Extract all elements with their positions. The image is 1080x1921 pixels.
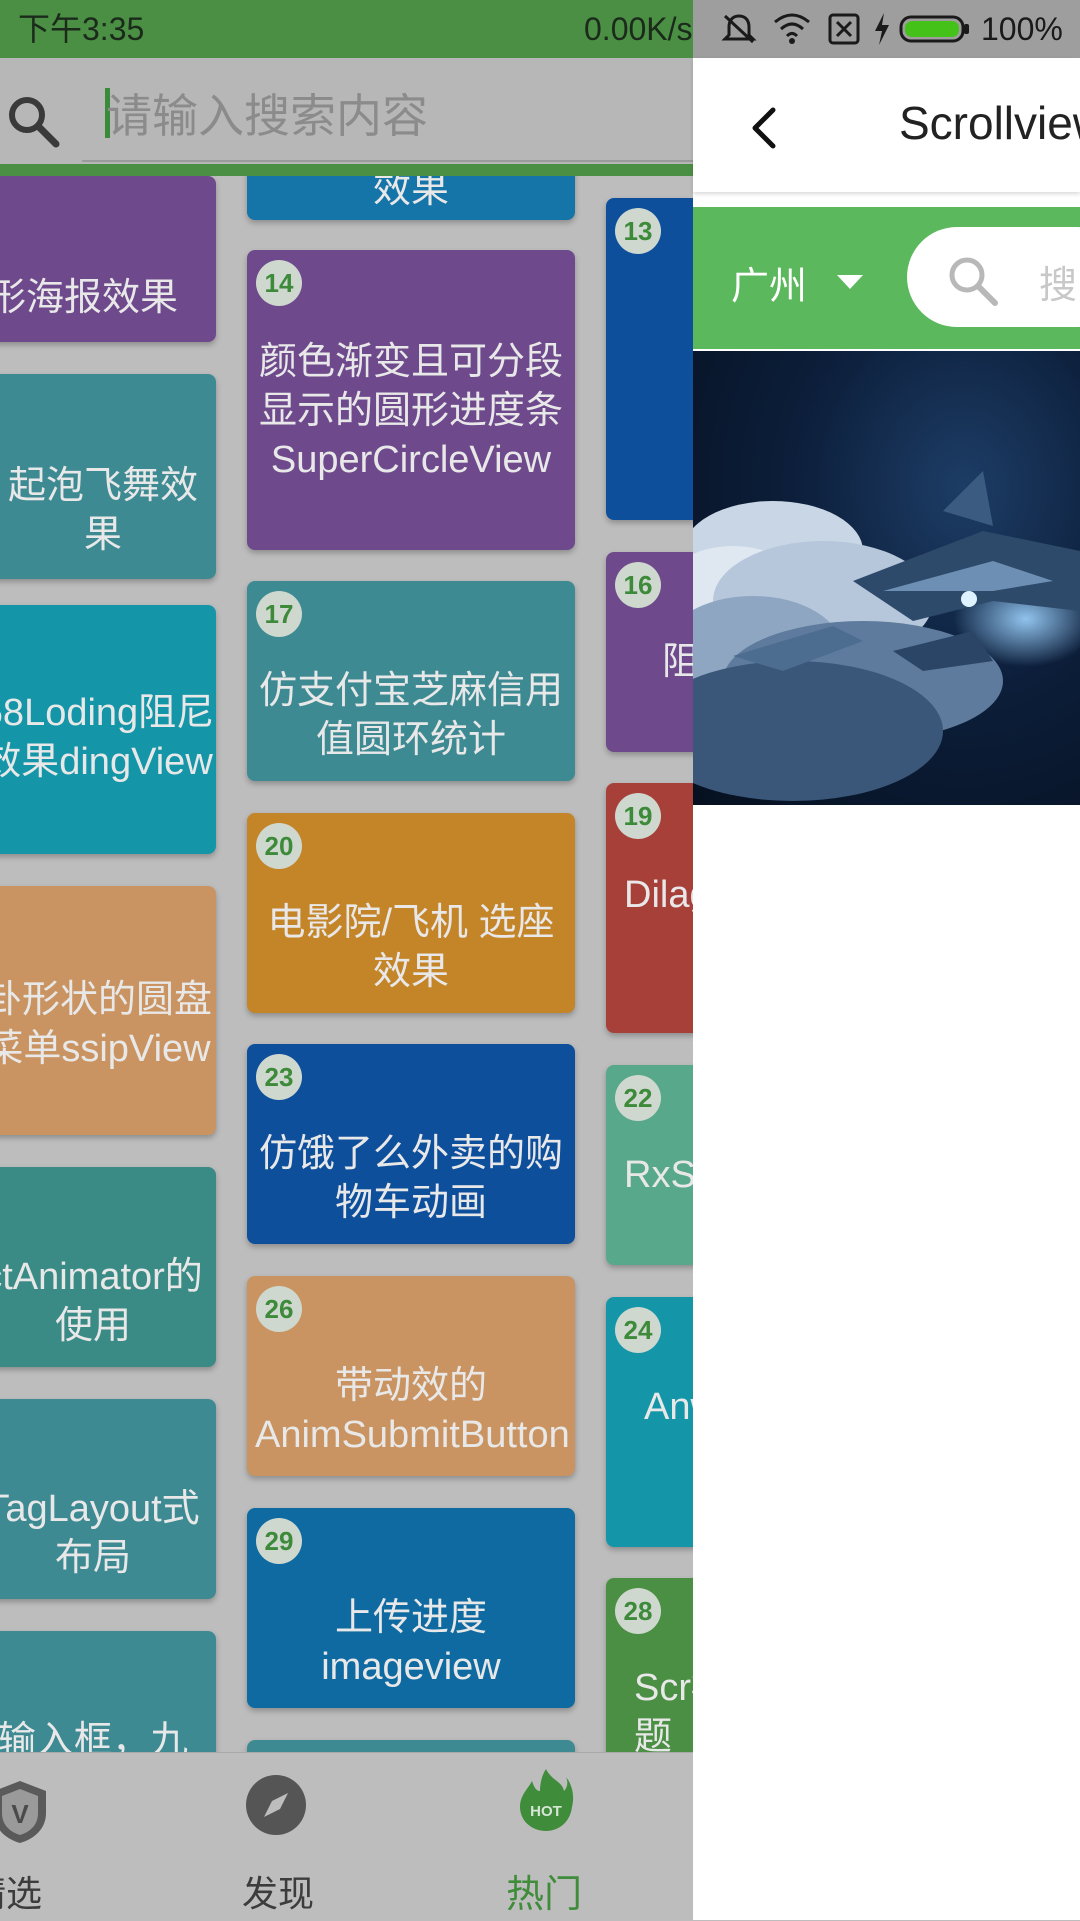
card-label: Scr标题: [634, 1667, 693, 1752]
grid-card[interactable]: 16 阻F: [606, 552, 693, 752]
grid-card[interactable]: 58Loding阻尼效果dingView: [0, 605, 216, 854]
card-label: 效果: [372, 176, 449, 211]
page-title: Scrollview: [899, 97, 1080, 149]
search-input-placeholder: 搜: [1039, 265, 1078, 307]
card-number-badge: 23: [256, 1054, 302, 1100]
grid-card[interactable]: 28 Scr标题: [606, 1578, 693, 1752]
status-speed: 0.00K/s: [584, 11, 693, 47]
card-label: 上传进度imageview: [321, 1597, 501, 1688]
grid-card[interactable]: 23 仿饿了么外卖的购物车动画: [247, 1044, 575, 1244]
card-label: 电影院/飞机 选座效果: [267, 902, 555, 993]
nav-item-hot[interactable]: HOT 热门: [500, 1753, 620, 1921]
card-label: 输入框，九: [0, 1720, 188, 1752]
card-label: 形海报效果: [0, 277, 179, 319]
grid-card[interactable]: ctAnimator的使用: [0, 1167, 216, 1367]
card-number-badge: 13: [615, 208, 661, 254]
grid-card[interactable]: 卦形状的圆盘菜单ssipView: [0, 886, 216, 1135]
title-bar: Scrollview: [693, 58, 1080, 192]
grid-card[interactable]: 效果: [247, 176, 575, 220]
card-number-badge: 19: [615, 793, 661, 839]
grid-card[interactable]: 17 仿支付宝芝麻信用值圆环统计: [247, 581, 575, 781]
grid-card[interactable]: 19 Dilagre: [606, 783, 693, 1033]
search-icon: [949, 257, 998, 306]
city-selector[interactable]: 广州: [731, 255, 807, 310]
grid-card[interactable]: [247, 1740, 575, 1752]
detail-page-panel: Scrollview 广州 搜: [693, 58, 1080, 1920]
card-grid[interactable]: 形海报效果 起泡飞舞效果 58Loding阻尼效果dingView 卦形状的圆盘…: [0, 176, 693, 1752]
card-label: 仿支付宝芝麻信用值圆环统计: [258, 670, 563, 761]
card-number-badge: 14: [256, 260, 302, 306]
search-input[interactable]: 请输入搜索内容: [106, 80, 428, 146]
card-label: 颜色渐变且可分段显示的圆形进度条SuperCircleView: [258, 341, 563, 481]
status-time: 下午3:35: [18, 11, 145, 47]
card-label: TagLayout式布局: [0, 1488, 200, 1579]
svg-text:V: V: [11, 1799, 29, 1829]
status-bar-right: 100%: [693, 0, 1080, 58]
grid-card[interactable]: 24 AnwaLo: [606, 1297, 693, 1547]
status-bar-left: 下午3:35 0.00K/s: [0, 0, 693, 58]
nav-label-hot: 热门: [506, 1874, 583, 1916]
spaceship-clouds-image: [693, 471, 1080, 801]
card-number-badge: 26: [256, 1286, 302, 1332]
search-icon[interactable]: [6, 94, 60, 148]
no-sim-icon: [828, 13, 860, 45]
card-label: AnwaLo: [644, 1386, 693, 1428]
card-number-badge: 16: [615, 562, 661, 608]
card-label: 阻F: [662, 641, 693, 683]
grid-card[interactable]: 形海报效果: [0, 176, 216, 342]
flame-hot-icon: HOT: [520, 1769, 574, 1831]
back-arrow-icon[interactable]: [749, 106, 779, 150]
compass-icon: [246, 1775, 306, 1835]
nav-label-featured: 精选: [0, 1873, 43, 1914]
wifi-icon: [774, 13, 810, 44]
card-number-badge: 22: [615, 1075, 661, 1121]
grid-card[interactable]: 14 颜色渐变且可分段显示的圆形进度条SuperCircleView: [247, 250, 575, 550]
grid-card[interactable]: 29 上传进度imageview: [247, 1508, 575, 1708]
card-number-badge: 24: [615, 1307, 661, 1353]
grid-card[interactable]: 起泡飞舞效果: [0, 374, 216, 579]
card-number-badge: 28: [615, 1588, 661, 1634]
nav-label-discover: 发现: [242, 1873, 315, 1914]
nav-item-discover[interactable]: 发现: [230, 1753, 350, 1921]
grid-card[interactable]: 20 电影院/飞机 选座效果: [247, 813, 575, 1013]
card-number-badge: 29: [256, 1518, 302, 1564]
search-box[interactable]: 搜: [907, 227, 1080, 327]
search-bar: 请输入搜索内容: [0, 58, 693, 176]
grid-card[interactable]: 22 RxS右: [606, 1065, 693, 1265]
charging-icon: [875, 13, 889, 45]
banner-image[interactable]: [693, 351, 1080, 805]
card-label: 仿饿了么外卖的购物车动画: [258, 1133, 563, 1224]
card-label: Dilagre: [624, 874, 693, 916]
card-label: 58Loding阻尼效果dingView: [0, 692, 215, 783]
grid-card[interactable]: 输入框，九: [0, 1631, 216, 1752]
card-label: 带动效的AnimSubmitButton: [255, 1365, 570, 1456]
hot-badge-text: HOT: [530, 1803, 562, 1820]
battery-icon: [899, 15, 969, 43]
shield-icon: V: [0, 1781, 46, 1843]
grid-card[interactable]: TagLayout式布局: [0, 1399, 216, 1599]
card-number-badge: 20: [256, 823, 302, 869]
dropdown-arrow-icon[interactable]: [835, 273, 865, 291]
card-label: 起泡飞舞效果: [7, 465, 198, 556]
search-underline: [82, 160, 693, 162]
mute-icon: [721, 14, 757, 44]
grid-card[interactable]: 26 带动效的AnimSubmitButton: [247, 1276, 575, 1476]
card-label: 卦形状的圆盘菜单ssipView: [0, 979, 212, 1070]
header-bar: 广州 搜: [693, 207, 1080, 349]
bottom-navigation: V 精选 发现 HOT 热门: [0, 1752, 693, 1921]
card-label: RxS右: [624, 1154, 693, 1196]
grid-card[interactable]: 13: [606, 198, 693, 520]
card-label: ctAnimator的使用: [0, 1256, 203, 1347]
battery-percent: 100%: [981, 11, 1063, 47]
nav-item-featured[interactable]: V 精选: [0, 1753, 90, 1921]
card-number-badge: 17: [256, 591, 302, 637]
